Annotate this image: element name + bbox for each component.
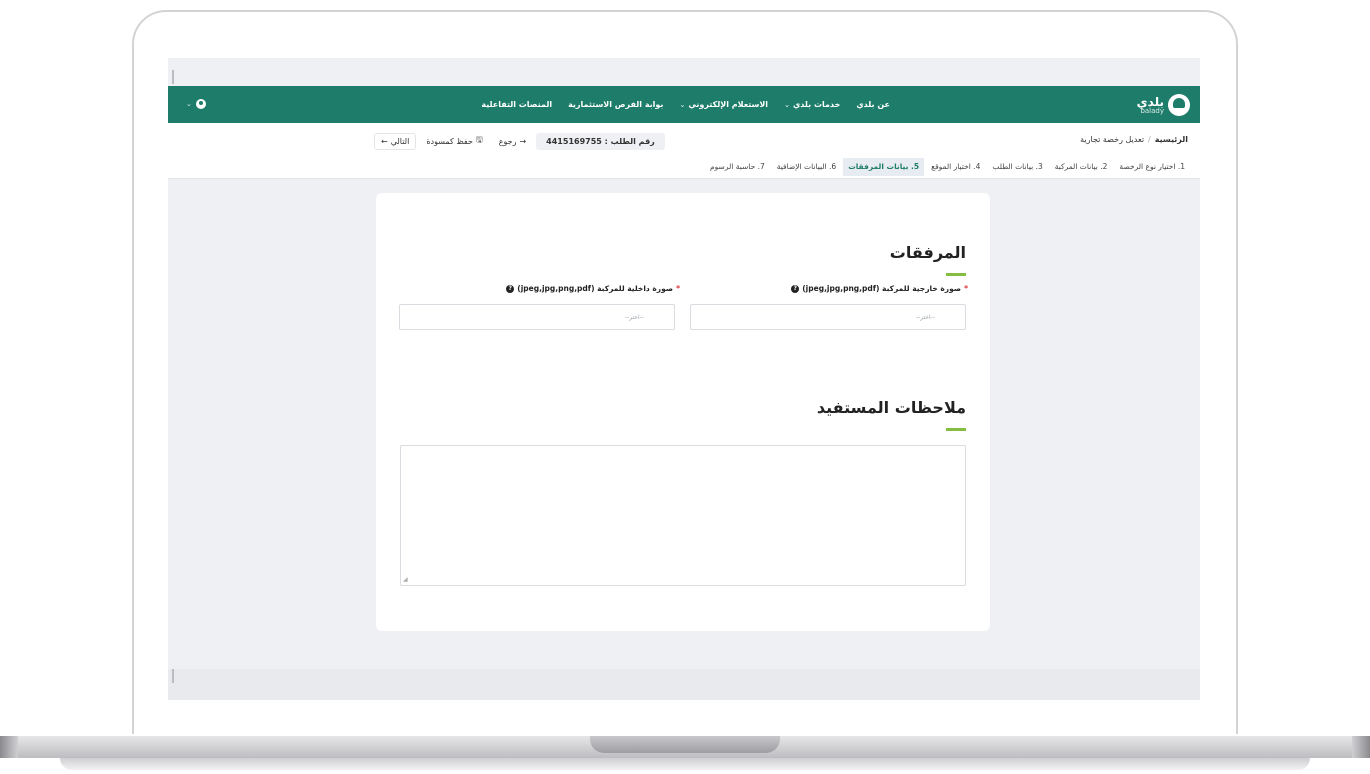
chevron-down-icon: ⌄ [679,100,686,109]
help-icon[interactable]: ? [791,284,800,293]
exterior-photo-select[interactable]: --اختر-- [690,304,966,330]
chevron-down-icon: ⌄ [186,100,192,108]
edge-marker [172,70,174,84]
beneficiary-notes-title: ملاحظات المستفيد [816,398,966,417]
interior-photo-select[interactable]: --اختر-- [399,304,675,330]
edge-marker [172,669,174,683]
nav-item-services-label: خدمات بلدي [792,100,841,109]
page-header: الرئيسية / تعديل رخصة تجارية رقم الطلب :… [168,123,1200,179]
palm-logo-icon [1168,94,1190,116]
laptop-bottom [60,758,1310,770]
title-underline [946,273,966,276]
next-button[interactable]: التالي ← [374,132,417,150]
nav-item-investment-label: بوابة الفرص الاستثمارية [568,100,664,109]
app-screen: بلدي balady عن بلدي خدمات بلدي ⌄ الاستعلا… [168,58,1200,700]
user-menu[interactable]: ⌄ [186,99,206,109]
step-request-data[interactable]: 3. بيانات الطلب [987,158,1047,176]
save-draft-label: حفظ كمسودة [426,136,473,146]
logo-english: balady [1140,106,1164,115]
screen-footer [168,669,1200,700]
nav-item-about-label: عن بلدي [856,100,890,109]
back-button[interactable]: → رجوع [492,133,533,149]
step-vehicle-data[interactable]: 2. بيانات المركبة [1050,158,1113,176]
next-button-label: التالي [390,136,410,146]
exterior-photo-label-text: صورة خارجية للمركبة (jpeg,jpg,png,pdf) [802,284,962,293]
required-mark: * [964,284,968,293]
chevron-down-icon: ⌄ [784,100,790,109]
title-underline [946,428,966,431]
arrow-right-icon: → [519,136,527,146]
header-actions: رقم الطلب : 4415169755 → رجوع 🖫 حفظ كمسو… [374,131,665,151]
step-attachments[interactable]: 5. بيانات المرفقات [843,158,925,176]
nav-links: عن بلدي خدمات بلدي ⌄ الاستعلام الإلكتروني… [481,86,890,123]
top-navigation: بلدي balady عن بلدي خدمات بلدي ⌄ الاستعلا… [168,86,1200,123]
nav-item-about[interactable]: عن بلدي [856,100,890,109]
nav-item-platforms[interactable]: المنصات التفاعلية [481,100,552,109]
breadcrumb: الرئيسية / تعديل رخصة تجارية [1080,135,1188,144]
balady-logo[interactable]: بلدي balady [1137,94,1190,116]
help-icon[interactable]: ? [506,284,515,293]
nav-item-inquiry-label: الاستعلام الإلكتروني [688,100,769,109]
wizard-steps: 1. اختيار نوع الرخصة 2. بيانات المركبة 3… [705,158,1190,176]
user-icon [195,99,206,109]
attachments-card: المرفقات * صورة خارجية للمركبة (jpeg,jpg… [376,193,990,631]
beneficiary-notes-textarea[interactable]: ◢ [400,445,966,586]
nav-item-platforms-label: المنصات التفاعلية [481,100,553,109]
attachments-title: المرفقات [889,243,966,262]
request-number: رقم الطلب : 4415169755 [536,132,665,150]
nav-item-inquiry[interactable]: الاستعلام الإلكتروني ⌄ [679,100,768,109]
step-location[interactable]: 4. اختيار الموقع [926,158,985,176]
arrow-left-icon: ← [381,136,388,146]
exterior-photo-label: * صورة خارجية للمركبة (jpeg,jpg,png,pdf)… [791,284,968,293]
step-fee-calculator[interactable]: 7. حاسبة الرسوم [705,158,770,176]
device-mockup: بلدي balady عن بلدي خدمات بلدي ⌄ الاستعلا… [0,0,1370,774]
laptop-base [0,736,1370,774]
resize-handle-icon[interactable]: ◢ [403,576,408,583]
laptop-notch [590,736,780,753]
interior-photo-label: * صورة داخلية للمركبة (jpeg,jpg,png,pdf)… [506,284,680,293]
logo-arabic: بلدي [1136,94,1164,109]
save-icon: 🖫 [475,135,483,144]
logo-text: بلدي balady [1137,96,1164,115]
nav-item-investment[interactable]: بوابة الفرص الاستثمارية [568,100,663,109]
breadcrumb-separator: / [1148,135,1151,144]
nav-item-services[interactable]: خدمات بلدي ⌄ [784,100,840,109]
save-draft-button[interactable]: 🖫 حفظ كمسودة [420,131,489,151]
breadcrumb-current: تعديل رخصة تجارية [1080,135,1145,144]
step-additional-data[interactable]: 6. البيانات الإضافية [772,158,841,176]
screen-top-bar [168,58,1200,86]
interior-photo-label-text: صورة داخلية للمركبة (jpeg,jpg,png,pdf) [517,284,674,293]
required-mark: * [676,284,680,293]
back-button-label: رجوع [498,136,517,146]
breadcrumb-home[interactable]: الرئيسية [1155,135,1188,144]
step-license-type[interactable]: 1. اختيار نوع الرخصة [1114,158,1190,176]
